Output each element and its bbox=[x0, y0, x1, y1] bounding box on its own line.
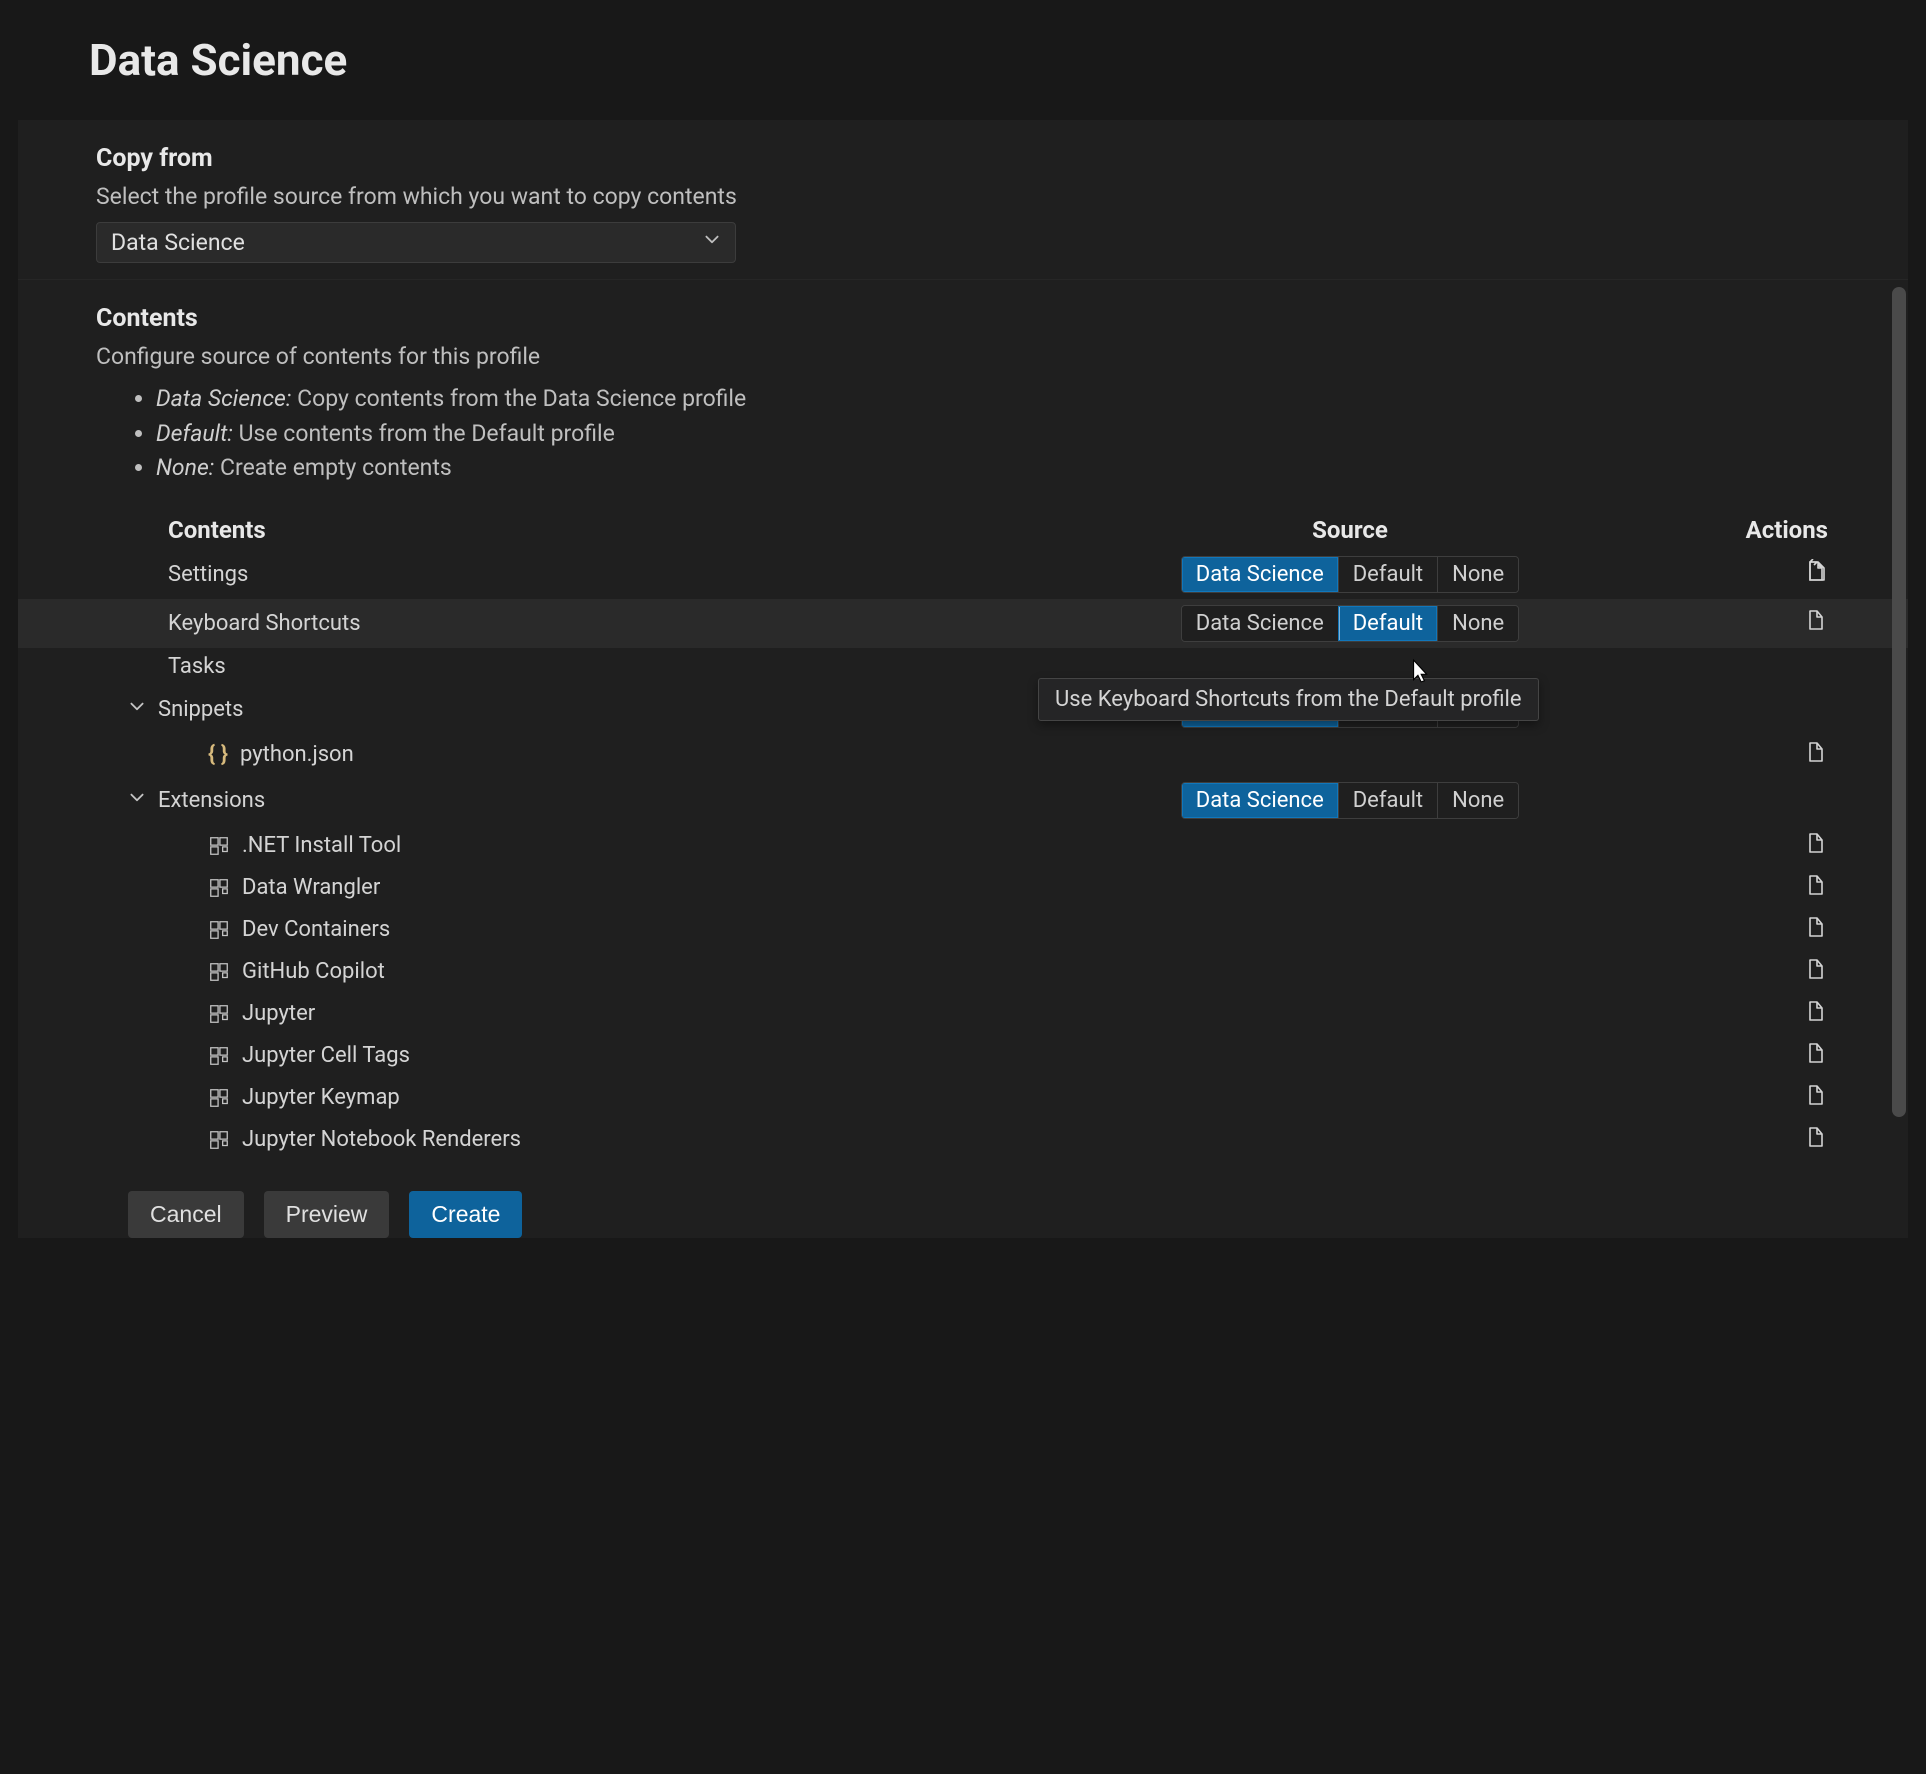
keyboard-source-data-science[interactable]: Data Science bbox=[1182, 606, 1338, 641]
extensions-source-group: Data Science Default None bbox=[1181, 782, 1519, 819]
contents-bullets: Data Science: Copy contents from the Dat… bbox=[96, 382, 1868, 486]
settings-source-default[interactable]: Default bbox=[1338, 557, 1437, 592]
page-title: Data Science bbox=[0, 0, 1926, 108]
settings-source-data-science[interactable]: Data Science bbox=[1182, 557, 1338, 592]
ext-item-label: Jupyter Keymap bbox=[242, 1085, 400, 1110]
ext-item-label: GitHub Copilot bbox=[242, 959, 385, 984]
open-file-icon[interactable] bbox=[1804, 915, 1828, 945]
extensions-source-default[interactable]: Default bbox=[1338, 783, 1437, 818]
preview-button[interactable]: Preview bbox=[264, 1191, 390, 1238]
contents-desc: Configure source of contents for this pr… bbox=[96, 343, 1868, 370]
row-keyboard-shortcuts: Keyboard Shortcuts Data Science Default … bbox=[18, 599, 1908, 648]
open-file-icon[interactable] bbox=[1804, 559, 1828, 589]
extension-icon bbox=[208, 1129, 230, 1151]
footer-buttons: Cancel Preview Create bbox=[18, 1161, 1908, 1238]
copy-from-selected: Data Science bbox=[111, 229, 245, 256]
ext-item-label: Jupyter Cell Tags bbox=[242, 1043, 410, 1068]
chevron-down-icon bbox=[703, 231, 721, 254]
row-snippets: Snippets Data Science Default None bbox=[18, 685, 1908, 734]
profile-editor-panel: Copy from Select the profile source from… bbox=[18, 120, 1908, 1238]
keyboard-source-default[interactable]: Default bbox=[1338, 606, 1437, 641]
row-settings-label: Settings bbox=[18, 562, 1054, 587]
header-actions: Actions bbox=[1646, 516, 1868, 544]
copy-from-heading: Copy from bbox=[96, 144, 1868, 173]
row-snippet-file: { } python.json bbox=[18, 734, 1908, 776]
snippet-file-label: python.json bbox=[240, 742, 354, 767]
row-ext-item: Jupyter bbox=[18, 993, 1908, 1035]
extension-icon bbox=[208, 877, 230, 899]
open-file-icon[interactable] bbox=[1804, 873, 1828, 903]
tooltip: Use Keyboard Shortcuts from the Default … bbox=[1038, 678, 1539, 721]
open-file-icon[interactable] bbox=[1804, 999, 1828, 1029]
extension-icon bbox=[208, 1003, 230, 1025]
json-icon: { } bbox=[208, 742, 228, 767]
header-contents: Contents bbox=[18, 516, 1054, 544]
row-extensions-label: Extensions bbox=[158, 788, 265, 813]
contents-table: Contents Source Actions Settings Data Sc… bbox=[18, 510, 1908, 1161]
settings-source-group: Data Science Default None bbox=[1181, 556, 1519, 593]
copy-from-section: Copy from Select the profile source from… bbox=[18, 120, 1908, 279]
extension-icon bbox=[208, 835, 230, 857]
copy-from-dropdown[interactable]: Data Science bbox=[96, 222, 736, 263]
open-file-icon[interactable] bbox=[1804, 1041, 1828, 1071]
ext-item-label: Jupyter Notebook Renderers bbox=[242, 1127, 521, 1152]
bullet-none: None: Create empty contents bbox=[156, 451, 1868, 486]
cancel-button[interactable]: Cancel bbox=[128, 1191, 244, 1238]
open-file-icon[interactable] bbox=[1804, 957, 1828, 987]
row-extensions: Extensions Data Science Default None bbox=[18, 776, 1908, 825]
ext-item-label: Dev Containers bbox=[242, 917, 390, 942]
row-ext-item: Jupyter Notebook Renderers bbox=[18, 1119, 1908, 1161]
extension-icon bbox=[208, 1045, 230, 1067]
keyboard-source-none[interactable]: None bbox=[1437, 606, 1518, 641]
row-ext-item: .NET Install Tool bbox=[18, 825, 1908, 867]
row-snippets-label: Snippets bbox=[158, 697, 244, 722]
table-header-row: Contents Source Actions bbox=[18, 510, 1908, 550]
row-tasks: Tasks bbox=[18, 648, 1908, 685]
contents-heading: Contents bbox=[96, 304, 1868, 333]
row-keyboard-label: Keyboard Shortcuts bbox=[18, 611, 1054, 636]
open-file-icon[interactable] bbox=[1804, 1125, 1828, 1155]
extensions-source-none[interactable]: None bbox=[1437, 783, 1518, 818]
open-file-icon[interactable] bbox=[1804, 831, 1828, 861]
ext-item-label: Jupyter bbox=[242, 1001, 315, 1026]
bullet-data-science: Data Science: Copy contents from the Dat… bbox=[156, 382, 1868, 417]
row-ext-item: Data Wrangler bbox=[18, 867, 1908, 909]
chevron-down-icon[interactable] bbox=[128, 697, 146, 722]
extension-icon bbox=[208, 961, 230, 983]
open-file-icon[interactable] bbox=[1804, 740, 1828, 770]
open-file-icon[interactable] bbox=[1804, 1083, 1828, 1113]
bullet-default: Default: Use contents from the Default p… bbox=[156, 417, 1868, 452]
row-ext-item: Jupyter Cell Tags bbox=[18, 1035, 1908, 1077]
row-tasks-label: Tasks bbox=[18, 654, 1054, 679]
settings-source-none[interactable]: None bbox=[1437, 557, 1518, 592]
header-source: Source bbox=[1054, 516, 1646, 544]
extension-icon bbox=[208, 919, 230, 941]
ext-item-label: .NET Install Tool bbox=[242, 833, 401, 858]
copy-from-desc: Select the profile source from which you… bbox=[96, 183, 1868, 210]
open-file-icon[interactable] bbox=[1804, 608, 1828, 638]
extensions-source-data-science[interactable]: Data Science bbox=[1182, 783, 1338, 818]
extension-icon bbox=[208, 1087, 230, 1109]
row-ext-item: GitHub Copilot bbox=[18, 951, 1908, 993]
create-button[interactable]: Create bbox=[409, 1191, 522, 1238]
row-ext-item: Jupyter Keymap bbox=[18, 1077, 1908, 1119]
scrollbar[interactable] bbox=[1892, 287, 1906, 1117]
row-ext-item: Dev Containers bbox=[18, 909, 1908, 951]
contents-section: Contents Configure source of contents fo… bbox=[18, 279, 1908, 502]
ext-item-label: Data Wrangler bbox=[242, 875, 380, 900]
keyboard-source-group: Data Science Default None bbox=[1181, 605, 1519, 642]
chevron-down-icon[interactable] bbox=[128, 788, 146, 813]
row-settings: Settings Data Science Default None bbox=[18, 550, 1908, 599]
